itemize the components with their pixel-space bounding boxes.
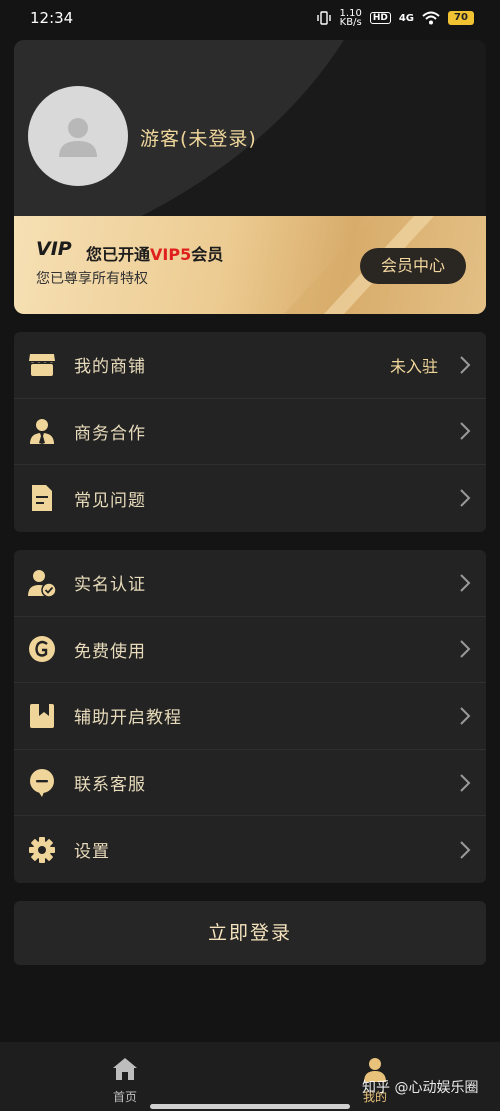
chat-bubble-icon xyxy=(27,768,57,798)
wifi-icon xyxy=(422,11,440,25)
login-button[interactable]: 立即登录 xyxy=(14,901,486,965)
vip-subtitle: 您已尊享所有特权 xyxy=(36,271,148,287)
chevron-right-icon xyxy=(460,707,471,725)
signal-label: 4G xyxy=(398,12,414,24)
menu-label: 我的商铺 xyxy=(74,357,146,378)
network-speed: 1.10 KB/s xyxy=(339,9,362,28)
shop-status: 未入驻 xyxy=(389,356,438,376)
status-icons: 1.10 KB/s HD 4G 70 xyxy=(316,9,474,28)
menu-item-settings[interactable]: 设置 xyxy=(14,816,486,883)
g-circle-icon xyxy=(27,634,57,664)
vip-banner: VIP 您已开通VIP5会员 您已尊享所有特权 会员中心 xyxy=(14,216,486,314)
status-bar: 12:34 1.10 KB/s HD 4G 70 xyxy=(0,0,500,36)
member-center-button[interactable]: 会员中心 xyxy=(360,248,466,284)
hd-badge: HD xyxy=(369,12,391,24)
vip-level: VIP5 xyxy=(150,245,192,264)
menu-group-primary: 我的商铺 未入驻 商务合作 常见问题 xyxy=(14,332,486,532)
nav-home-label: 首页 xyxy=(112,1090,137,1104)
chevron-right-icon xyxy=(460,422,471,441)
chevron-right-icon xyxy=(460,640,471,659)
menu-label: 设置 xyxy=(74,842,110,863)
avatar[interactable] xyxy=(28,86,128,186)
document-icon xyxy=(27,483,57,513)
menu-item-faq[interactable]: 常见问题 xyxy=(14,465,486,532)
signal-4g: 4G xyxy=(399,13,414,24)
battery-indicator: 70 xyxy=(448,11,474,25)
menu-label: 实名认证 xyxy=(74,575,146,596)
menu-group-secondary: 实名认证 免费使用 辅助开启教程 联系客服 设置 xyxy=(14,550,486,883)
profile-card: 游客(未登录) VIP 您已开通VIP5会员 您已尊享所有特权 会员中心 xyxy=(14,40,486,314)
menu-item-free-use[interactable]: 免费使用 xyxy=(14,617,486,684)
vip-tag: VIP xyxy=(36,238,72,260)
bookmark-icon xyxy=(27,701,57,731)
shop-icon xyxy=(27,350,57,380)
verified-user-icon xyxy=(27,568,57,598)
home-indicator[interactable] xyxy=(150,1104,350,1109)
gear-icon xyxy=(27,835,57,865)
chevron-right-icon xyxy=(460,574,471,592)
menu-label: 商务合作 xyxy=(74,423,146,444)
menu-item-real-name[interactable]: 实名认证 xyxy=(14,550,486,617)
vip-title-prefix: 您已开通 xyxy=(86,245,151,264)
default-user-icon xyxy=(59,118,97,157)
menu-item-tutorial[interactable]: 辅助开启教程 xyxy=(14,683,486,750)
vip-title: 您已开通VIP5会员 xyxy=(86,241,223,265)
chevron-right-icon xyxy=(460,840,471,859)
network-speed-unit: KB/s xyxy=(339,17,362,28)
menu-label: 常见问题 xyxy=(74,490,146,511)
menu-label: 免费使用 xyxy=(74,641,146,662)
nav-home[interactable]: 首页 xyxy=(85,1056,165,1105)
vip-title-suffix: 会员 xyxy=(191,245,224,264)
watermark: 知乎 @心动娱乐圈 xyxy=(362,1080,479,1096)
menu-label: 联系客服 xyxy=(74,775,146,796)
business-person-icon xyxy=(27,416,57,446)
home-icon xyxy=(113,1058,137,1080)
vibrate-icon xyxy=(316,11,331,25)
username[interactable]: 游客(未登录) xyxy=(140,124,257,151)
menu-item-customer-service[interactable]: 联系客服 xyxy=(14,750,486,817)
menu-label: 辅助开启教程 xyxy=(74,708,182,729)
menu-item-business[interactable]: 商务合作 xyxy=(14,399,486,466)
chevron-right-icon xyxy=(460,489,471,508)
chevron-right-icon xyxy=(460,773,471,792)
menu-item-my-shop[interactable]: 我的商铺 未入驻 xyxy=(14,332,486,399)
chevron-right-icon xyxy=(460,356,471,374)
status-time: 12:34 xyxy=(30,9,74,27)
